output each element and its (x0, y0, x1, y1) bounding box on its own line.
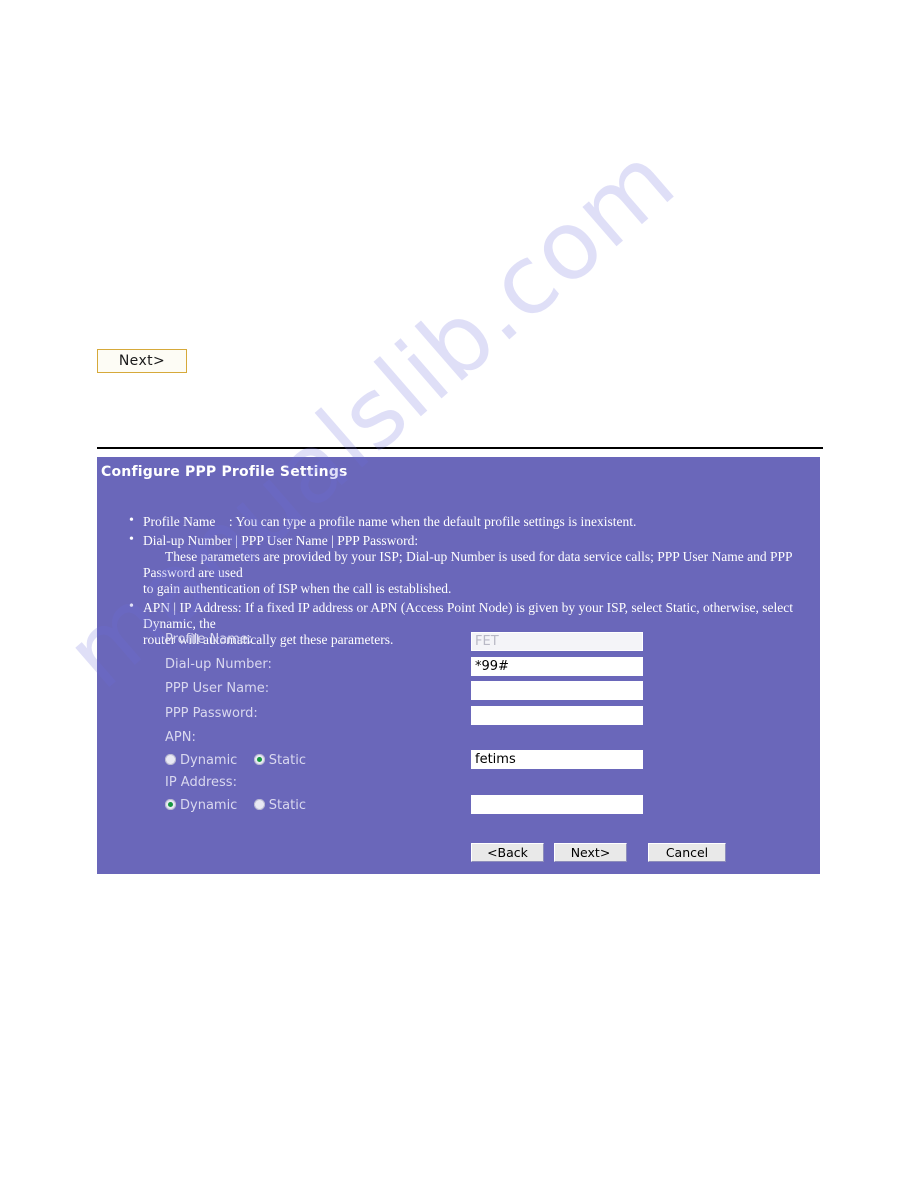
profile-name-input[interactable] (471, 632, 643, 651)
panel-title: Configure PPP Profile Settings (101, 464, 348, 480)
apn-label: APN: (165, 730, 196, 745)
dialup-number-label: Dial-up Number: (165, 656, 272, 672)
ip-address-mode-static-option[interactable]: Static (253, 796, 306, 814)
apn-mode-static-label: Static (268, 753, 306, 768)
cancel-button[interactable]: Cancel (648, 843, 726, 862)
section-divider (97, 447, 823, 449)
ip-address-label: IP Address: (165, 775, 237, 790)
apn-mode-dynamic-option[interactable]: Dynamic (165, 751, 237, 769)
help-item-apn-line1: APN | IP Address: If a fixed IP address … (143, 600, 793, 631)
ip-address-value-input[interactable] (471, 795, 643, 814)
back-button[interactable]: <Back (471, 843, 544, 862)
apn-mode-dynamic-label: Dynamic (180, 753, 238, 768)
ppp-user-name-input[interactable] (471, 681, 643, 700)
help-item-dialup-line1: Dial-up Number | PPP User Name | PPP Pas… (143, 533, 419, 548)
apn-mode-static-radio-icon[interactable] (253, 754, 265, 765)
ip-address-mode-radio-group: Dynamic Static (165, 796, 318, 814)
ppp-profile-panel: Configure PPP Profile Settings Profile N… (97, 457, 820, 874)
apn-value-input[interactable] (471, 750, 643, 769)
ip-address-mode-dynamic-radio-icon[interactable] (165, 799, 176, 810)
ip-address-mode-static-radio-icon[interactable] (253, 799, 265, 810)
help-item-profile-name-line1: Profile Name : You can type a profile na… (143, 514, 637, 529)
ip-address-mode-static-label: Static (268, 798, 306, 813)
ppp-password-label: PPP Password: (165, 705, 258, 721)
help-item-profile-name: Profile Name : You can type a profile na… (127, 513, 817, 530)
profile-name-label: Profile Name: (165, 632, 253, 647)
ip-address-mode-dynamic-label: Dynamic (180, 798, 238, 813)
dialup-number-input[interactable] (471, 656, 643, 676)
apn-mode-static-option[interactable]: Static (253, 751, 306, 769)
top-next-button[interactable]: Next> (97, 349, 187, 373)
next-button[interactable]: Next> (554, 843, 627, 862)
ppp-password-input[interactable] (471, 705, 643, 725)
apn-mode-radio-group: Dynamic Static (165, 751, 318, 769)
apn-mode-dynamic-radio-icon[interactable] (165, 754, 176, 765)
ip-address-mode-dynamic-option[interactable]: Dynamic (165, 796, 237, 814)
help-item-dialup-credentials: Dial-up Number | PPP User Name | PPP Pas… (127, 532, 817, 597)
help-bullet-list: Profile Name : You can type a profile na… (127, 513, 817, 651)
ppp-user-name-label: PPP User Name: (165, 681, 270, 696)
help-item-dialup-line3: to gain authentication of ISP when the c… (143, 581, 452, 596)
ppp-form: Profile Name: Dial-up Number: PPP User N… (97, 632, 820, 832)
help-item-dialup-line2: These parameters are provided by your IS… (143, 549, 792, 580)
